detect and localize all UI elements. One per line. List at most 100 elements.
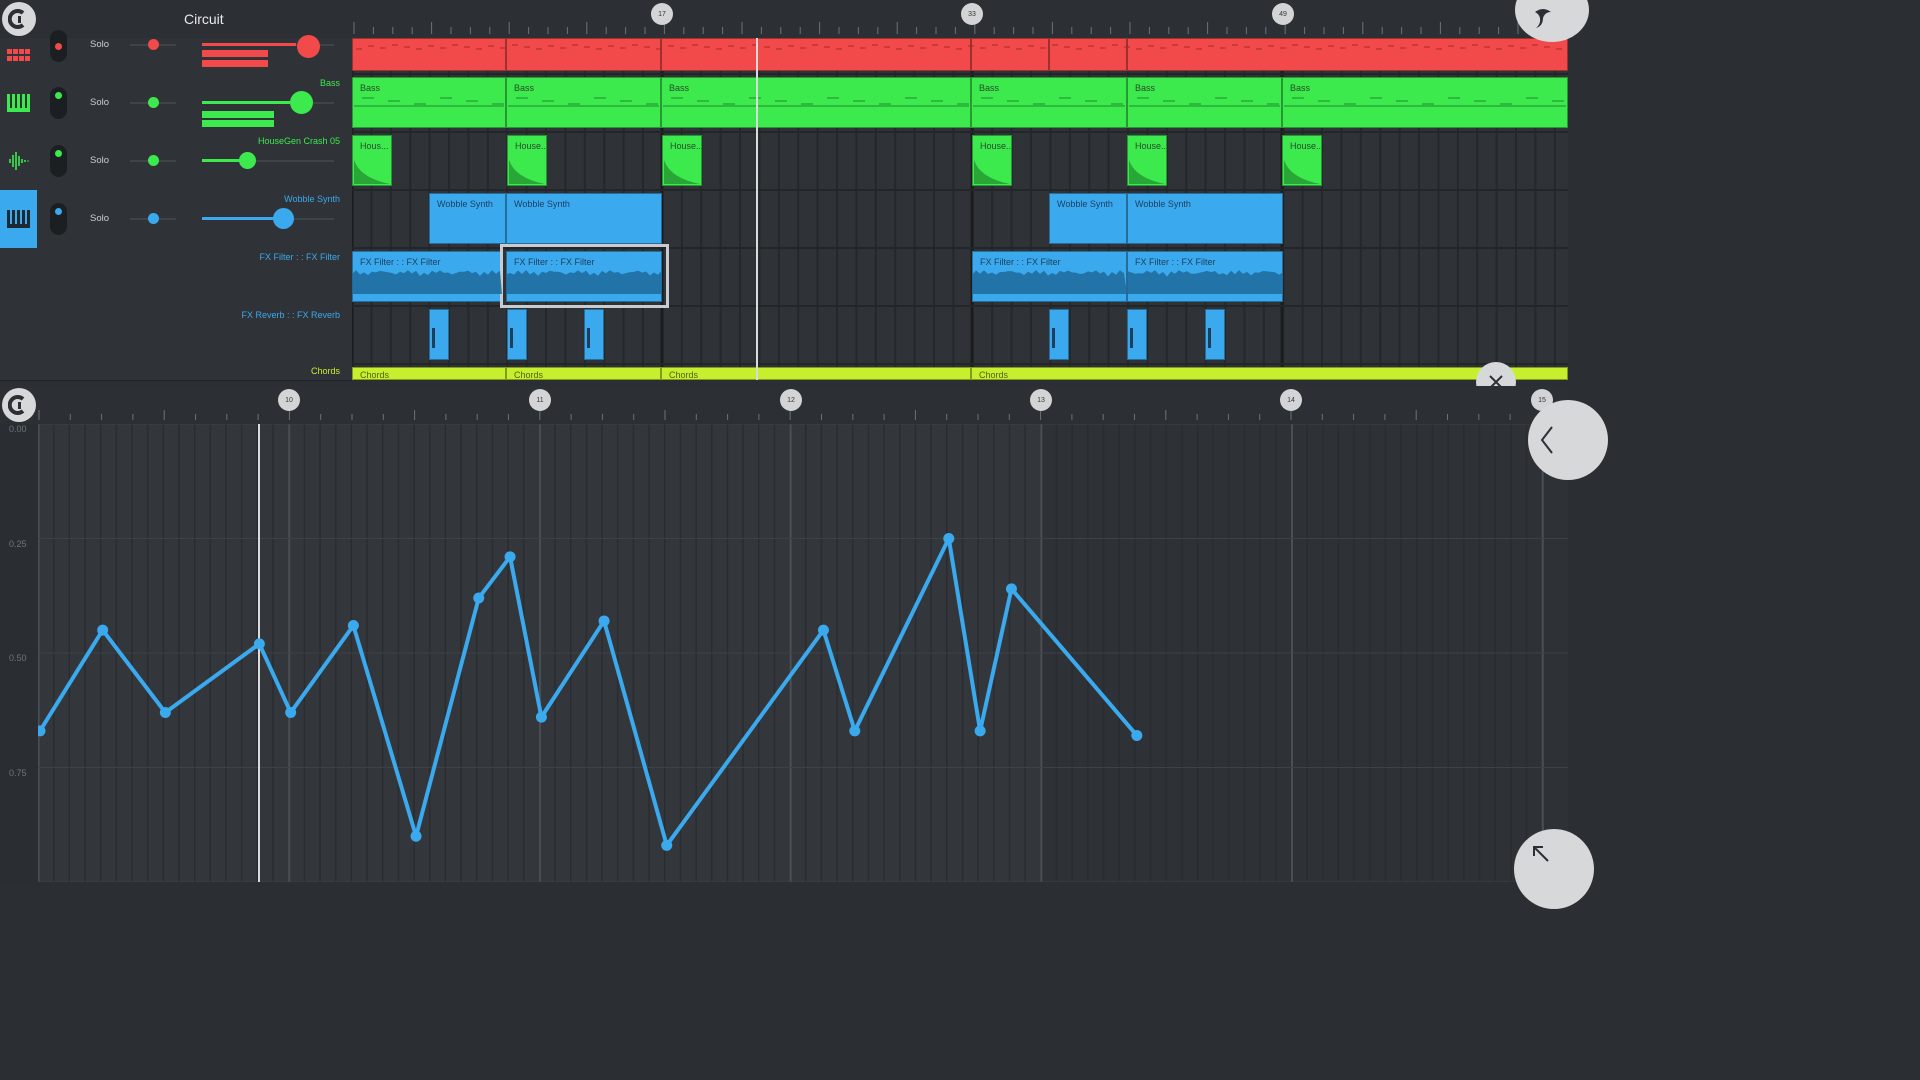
track-header-fx-filter[interactable]: FX Filter : : FX Filter [0, 248, 352, 307]
automation-point[interactable] [849, 725, 861, 737]
track-name[interactable]: FX Reverb : : FX Reverb [241, 310, 340, 320]
automation-ruler[interactable]: 10 11 12 13 14 15 [0, 386, 1568, 424]
bar-marker[interactable]: 13 [1030, 389, 1052, 411]
clip-housegen[interactable]: House... [1127, 135, 1167, 186]
piano-keys-icon [0, 190, 37, 248]
track-name[interactable]: HouseGen Crash 05 [258, 136, 340, 146]
clip-fx-filter[interactable]: FX Filter : : FX Filter [352, 251, 502, 302]
clip-drums[interactable] [971, 38, 1049, 71]
automation-point[interactable] [285, 707, 297, 719]
solo-button[interactable]: Solo [90, 213, 109, 224]
clip-area[interactable]: Bass Bass Bass Bass Bass Bass Hous... Ho… [352, 38, 1568, 380]
track-name[interactable]: Chords [311, 366, 340, 376]
mute-toggle[interactable] [50, 145, 67, 177]
clip-drums[interactable] [1127, 38, 1568, 71]
bar-marker[interactable]: 14 [1280, 389, 1302, 411]
mute-toggle[interactable] [50, 87, 67, 119]
automation-point[interactable] [974, 725, 986, 737]
automation-grid[interactable] [38, 424, 1568, 882]
track-name[interactable]: Wobble Synth [284, 194, 340, 204]
track-header-drums[interactable]: Solo [0, 30, 352, 75]
clip-drums[interactable] [661, 38, 971, 71]
clip-drums[interactable] [506, 38, 661, 71]
automation-point[interactable] [661, 839, 673, 851]
track-header-wobble-synth[interactable]: Solo Wobble Synth [0, 190, 352, 249]
clip-fx-reverb[interactable] [584, 309, 604, 360]
pan-slider-handle[interactable] [148, 97, 159, 108]
volume-knob[interactable] [239, 152, 256, 169]
solo-button[interactable]: Solo [90, 39, 109, 50]
clip-bass[interactable]: Bass [506, 77, 661, 128]
clip-chords[interactable]: Chords [661, 367, 971, 380]
clip-bass[interactable]: Bass [971, 77, 1127, 128]
expand-button[interactable] [1514, 829, 1594, 909]
automation-point[interactable] [159, 707, 171, 719]
track-header-housegen[interactable]: Solo HouseGen Crash 05 [0, 132, 352, 191]
arrangement-view[interactable]: 17 33 49 Bass Bass Bass Bass Bass Bass H… [352, 0, 1568, 380]
level-meter-left [202, 111, 274, 118]
playhead[interactable] [756, 38, 758, 380]
clip-fx-reverb[interactable] [1127, 309, 1147, 360]
clip-bass[interactable]: Bass [1127, 77, 1282, 128]
solo-button[interactable]: Solo [90, 97, 109, 108]
automation-point[interactable] [473, 592, 485, 604]
bar-marker[interactable]: 33 [961, 3, 983, 25]
bar-marker[interactable]: 17 [651, 3, 673, 25]
clip-wobble-synth[interactable]: Wobble Synth [1127, 193, 1283, 244]
bar-marker[interactable]: 11 [529, 389, 551, 411]
clip-drums[interactable] [1049, 38, 1127, 71]
volume-knob[interactable] [290, 91, 313, 114]
automation-point[interactable] [410, 830, 422, 842]
solo-button[interactable]: Solo [90, 155, 109, 166]
automation-point[interactable] [97, 624, 109, 636]
clip-chords[interactable]: Chords [506, 367, 661, 380]
clip-fx-reverb[interactable] [1205, 309, 1225, 360]
arrangement-ruler[interactable] [352, 0, 1568, 38]
pan-slider-handle[interactable] [148, 155, 159, 166]
track-name[interactable]: FX Filter : : FX Filter [259, 252, 340, 262]
track-header-bass[interactable]: Solo Bass [0, 74, 352, 133]
clip-fx-filter[interactable]: FX Filter : : FX Filter [972, 251, 1127, 302]
clip-wobble-synth[interactable]: Wobble Synth [429, 193, 506, 244]
mute-toggle[interactable] [50, 203, 67, 235]
clip-wobble-synth[interactable]: Wobble Synth [506, 193, 662, 244]
pan-slider-handle[interactable] [148, 39, 159, 50]
clip-housegen[interactable]: House... [507, 135, 547, 186]
clip-fx-reverb[interactable] [1049, 309, 1069, 360]
clip-wobble-synth[interactable]: Wobble Synth [1049, 193, 1127, 244]
bar-marker[interactable]: 12 [780, 389, 802, 411]
mute-toggle[interactable] [50, 30, 67, 62]
pan-slider-handle[interactable] [148, 213, 159, 224]
clip-fx-reverb[interactable] [429, 309, 449, 360]
automation-point[interactable] [253, 638, 265, 650]
track-header-fx-reverb[interactable]: FX Reverb : : FX Reverb [0, 306, 352, 365]
app-logo-button[interactable] [2, 2, 36, 36]
automation-point[interactable] [598, 615, 610, 627]
automation-point[interactable] [1131, 729, 1143, 741]
automation-point[interactable] [504, 551, 516, 563]
automation-point[interactable] [817, 624, 829, 636]
clip-bass[interactable]: Bass [352, 77, 506, 128]
clip-drums[interactable] [352, 38, 506, 71]
automation-point[interactable] [943, 533, 955, 544]
volume-knob[interactable] [297, 35, 320, 58]
bar-marker[interactable]: 49 [1272, 3, 1294, 25]
automation-logo-button[interactable] [2, 388, 36, 422]
volume-knob[interactable] [273, 208, 294, 229]
bar-marker[interactable]: 10 [278, 389, 300, 411]
clip-housegen[interactable]: House... [972, 135, 1012, 186]
clip-housegen[interactable]: House... [662, 135, 702, 186]
clip-bass[interactable]: Bass [1282, 77, 1568, 128]
clip-bass[interactable]: Bass [661, 77, 971, 128]
clip-housegen[interactable]: House... [1282, 135, 1322, 186]
collapse-panel-button[interactable] [1528, 400, 1608, 480]
automation-point[interactable] [535, 711, 547, 723]
track-header-chords[interactable]: Chords [0, 364, 352, 381]
clip-fx-filter[interactable]: FX Filter : : FX Filter [1127, 251, 1283, 302]
clip-fx-reverb[interactable] [507, 309, 527, 360]
clip-housegen[interactable]: Hous... [352, 135, 392, 186]
automation-point[interactable] [347, 620, 359, 632]
clip-chords[interactable]: Chords [352, 367, 506, 380]
automation-point[interactable] [1005, 583, 1017, 595]
track-name[interactable]: Bass [320, 78, 340, 88]
